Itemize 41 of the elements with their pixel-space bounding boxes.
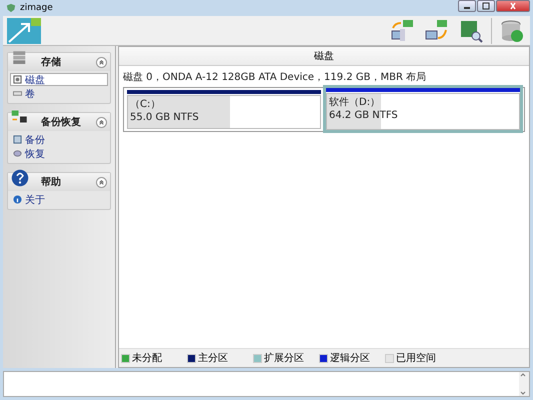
section-title: 备份恢复 (41, 116, 81, 129)
sidebar-item[interactable]: 关于 (10, 193, 108, 206)
sidebar-item[interactable]: 备份 (10, 133, 108, 146)
minimize-button[interactable] (458, 0, 476, 12)
legend-label: 扩展分区 (264, 352, 304, 365)
legend-label: 逻辑分区 (330, 352, 370, 365)
partition-name: （C:） (130, 98, 162, 111)
sidebar-item[interactable]: 卷 (10, 87, 108, 100)
chevron-icon (97, 178, 106, 186)
section-title: 存储 (41, 56, 61, 69)
legend-label: 未分配 (132, 352, 162, 365)
maximize-icon (481, 2, 491, 10)
panel-header: 磁盘 (119, 47, 529, 66)
maximize-button[interactable] (477, 0, 495, 12)
close-icon (508, 2, 518, 10)
section-title: 帮助 (41, 176, 61, 189)
chevron-icon (97, 58, 106, 66)
disk-icon (13, 75, 22, 84)
sidebar-item[interactable]: 恢复 (10, 147, 108, 160)
legend-label: 已用空间 (396, 352, 436, 365)
partition[interactable]: 软件（D:） 64.2 GB NTFS (323, 85, 523, 133)
drive-icon (13, 89, 22, 98)
shield-icon (6, 3, 16, 13)
logo-icon (7, 18, 41, 44)
partition-size: 55.0 GB NTFS (130, 112, 200, 123)
collapse-button[interactable] (96, 116, 107, 128)
chevron-icon (97, 118, 106, 126)
scrollbar[interactable] (519, 372, 529, 396)
scroll-up-icon[interactable] (519, 372, 527, 378)
collapse-button[interactable] (96, 176, 107, 188)
partition-size: 64.2 GB NTFS (329, 110, 399, 121)
info-icon (13, 195, 22, 204)
legend-label: 主分区 (198, 352, 228, 365)
partition-name: 软件（D:） (329, 96, 382, 109)
question-icon (11, 169, 29, 187)
collapse-button[interactable] (96, 56, 107, 68)
close-button[interactable] (496, 0, 530, 12)
disk-info: 磁盘 0，ONDA A-12 128GB ATA Device，119.2 GB，MBR 布局 (123, 71, 428, 84)
scroll-down-icon[interactable] (519, 390, 527, 396)
window-title: zimage (20, 3, 53, 13)
sidebar-item[interactable]: 磁盘 (10, 73, 108, 86)
